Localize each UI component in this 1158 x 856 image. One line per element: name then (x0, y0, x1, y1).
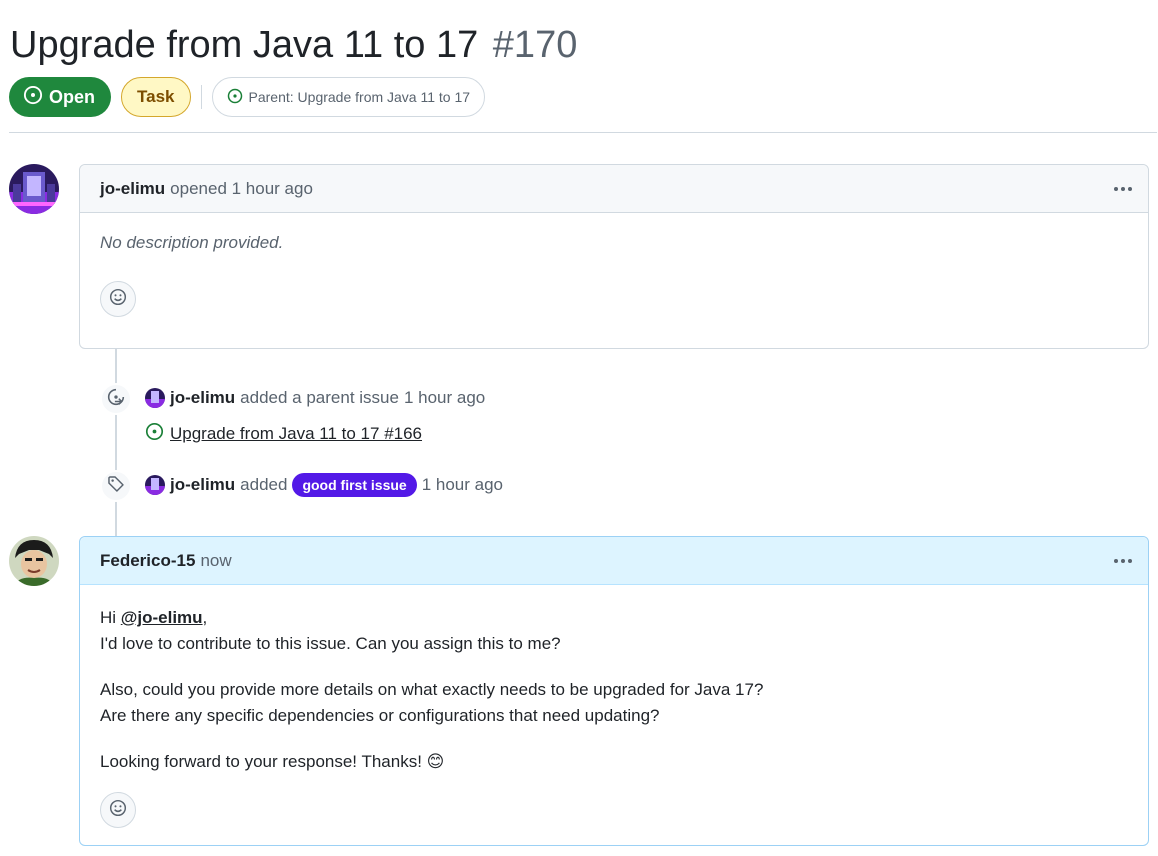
smiley-icon (109, 288, 127, 311)
parent-issue-link[interactable]: Parent: Upgrade from Java 11 to 17 (211, 77, 486, 117)
linked-issue-link[interactable]: Upgrade from Java 11 to 17 #166 (170, 424, 422, 444)
event-time[interactable]: 1 hour ago (422, 475, 503, 495)
avatar-federico-15[interactable] (9, 536, 59, 586)
no-description-text: No description provided. (100, 233, 284, 252)
comment-paragraph: Also, could you provide more details on … (100, 677, 1128, 729)
issue-open-icon (145, 422, 164, 446)
opening-comment: jo-elimu opened 1 hour ago No descriptio… (79, 164, 1149, 349)
event-action: added (240, 475, 288, 494)
issue-state-row: Open Task Parent: Upgrade from Java 11 t… (9, 77, 486, 117)
label-event: jo-elimu added good first issue 1 hour a… (145, 472, 503, 498)
issue-title: Upgrade from Java 11 to 17 (10, 24, 479, 66)
reply-comment: Federico-15 now Hi @jo-elimu, I'd love t… (79, 536, 1149, 846)
comment-paragraph: Looking forward to your response! Thanks… (100, 749, 1128, 775)
event-actor[interactable]: jo-elimu (170, 388, 235, 408)
comment-body: No description provided. (80, 213, 1148, 317)
issue-number: #170 (492, 24, 578, 66)
user-mention-link[interactable]: @jo-elimu (121, 608, 203, 627)
comment-line: I'd love to contribute to this issue. Ca… (100, 634, 561, 653)
label-event-badge (100, 470, 132, 502)
linked-parent-issue[interactable]: Upgrade from Java 11 to 17 #166 (145, 421, 422, 447)
comment-timestamp[interactable]: opened 1 hour ago (170, 179, 313, 199)
greeting-prefix: Hi (100, 608, 117, 627)
issue-state-label: Open (49, 86, 96, 107)
add-reaction-button[interactable] (100, 281, 136, 317)
comment-author[interactable]: Federico-15 (100, 551, 195, 571)
tag-icon (107, 475, 125, 498)
header-divider (9, 132, 1157, 133)
comment-header: Federico-15 now (80, 537, 1148, 585)
comment-body: Hi @jo-elimu, I'd love to contribute to … (80, 585, 1148, 828)
sub-issue-icon (107, 388, 125, 411)
parent-issue-label: Parent: Upgrade from Java 11 to 17 (248, 89, 471, 105)
comment-line: Looking forward to your response! Thanks… (100, 752, 445, 771)
kebab-menu-icon[interactable] (1110, 549, 1136, 573)
comment-line: Also, could you provide more details on … (100, 680, 764, 699)
label-good-first-issue[interactable]: good first issue (292, 473, 417, 497)
issue-open-icon (227, 88, 243, 107)
comment-paragraph: Hi @jo-elimu, I'd love to contribute to … (100, 605, 1128, 657)
event-time[interactable]: 1 hour ago (404, 388, 485, 408)
event-actor[interactable]: jo-elimu (170, 475, 235, 495)
kebab-menu-icon[interactable] (1110, 177, 1136, 201)
timeline-line (115, 349, 117, 537)
smiley-icon (109, 799, 127, 822)
add-reaction-button[interactable] (100, 792, 136, 828)
parent-issue-event: jo-elimu added a parent issue 1 hour ago (145, 385, 485, 411)
issue-open-icon (23, 85, 43, 110)
issue-state-badge: Open (9, 77, 112, 117)
sub-issue-event-badge (100, 383, 132, 415)
avatar-jo-elimu-small[interactable] (145, 475, 165, 495)
comment-line: Are there any specific dependencies or c… (100, 706, 660, 725)
divider (200, 85, 202, 109)
event-action: added a parent issue (240, 388, 399, 407)
avatar-jo-elimu-small[interactable] (145, 388, 165, 408)
greeting-suffix: , (202, 608, 208, 627)
comment-author[interactable]: jo-elimu (100, 179, 165, 199)
comment-header: jo-elimu opened 1 hour ago (80, 165, 1148, 213)
issue-type-badge[interactable]: Task (121, 77, 191, 117)
issue-title-row: Upgrade from Java 11 to 17 #170 (10, 18, 577, 72)
avatar-jo-elimu[interactable] (9, 164, 59, 214)
comment-timestamp[interactable]: now (200, 551, 231, 571)
